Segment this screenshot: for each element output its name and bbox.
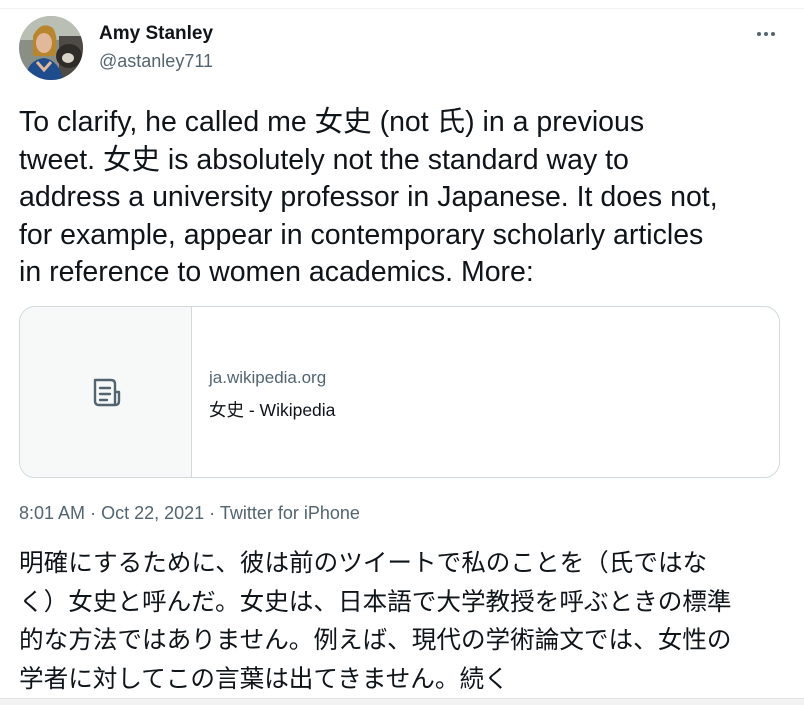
- translation-line: 的な方法ではありません。例えば、現代の学術論文では、女性の: [19, 625, 732, 654]
- tweet: Amy Stanley @astanley711 To clarify, he …: [0, 8, 804, 698]
- meta-separator: ·: [209, 503, 216, 523]
- tweet-text-line: tweet. 女史 is absolutely not the standard…: [19, 143, 629, 176]
- translation-text: 明確にするために、彼は前のツイートで私のことを（氏ではな く）女史と呼んだ。女史…: [19, 544, 789, 698]
- link-card-domain: ja.wikipedia.org: [209, 368, 327, 387]
- link-card-thumbnail: [20, 307, 192, 477]
- profile-photo: [19, 16, 83, 80]
- tweet-source-link[interactable]: Twitter for iPhone: [220, 503, 360, 523]
- more-horizontal-icon: [757, 32, 761, 36]
- link-card[interactable]: ja.wikipedia.org 女史 - Wikipedia: [19, 306, 780, 478]
- tweet-text: To clarify, he called me 女史 (not 氏) in a…: [19, 104, 789, 292]
- translation-line: 明確にするために、彼は前のツイートで私のことを（氏ではな: [19, 548, 708, 577]
- tweet-text-line: for example, appear in contemporary scho…: [19, 218, 704, 251]
- tweet-text-line: address a university professor in Japane…: [19, 181, 718, 214]
- tweet-date: Oct 22, 2021: [101, 503, 205, 523]
- more-options-button[interactable]: [748, 20, 784, 48]
- author-handle[interactable]: @astanley711: [99, 51, 213, 72]
- link-card-title: 女史 - Wikipedia: [209, 400, 336, 420]
- meta-separator: ·: [90, 503, 97, 523]
- tweet-text-line: To clarify, he called me 女史 (not 氏) in a…: [19, 106, 645, 138]
- tweet-meta: 8:01 AM · Oct 22, 2021 · Twitter for iPh…: [19, 503, 360, 524]
- tweet-time-link[interactable]: 8:01 AM · Oct 22, 2021: [19, 503, 204, 523]
- more-horizontal-icon-dot: [771, 32, 775, 36]
- bottom-divider: [0, 698, 804, 705]
- author-avatar[interactable]: [19, 16, 83, 80]
- document-icon: [93, 378, 120, 407]
- tweet-time: 8:01 AM: [19, 503, 86, 523]
- tweet-text-line: in reference to women academics. More:: [19, 256, 534, 289]
- author-name[interactable]: Amy Stanley: [99, 23, 213, 45]
- more-horizontal-icon-dot: [764, 32, 768, 36]
- translation-line: く）女史と呼んだ。女史は、日本語で大学教授を呼ぶときの標準: [19, 586, 732, 616]
- translation-line: 学者に対してこの言葉は出てきません。続く: [19, 663, 509, 693]
